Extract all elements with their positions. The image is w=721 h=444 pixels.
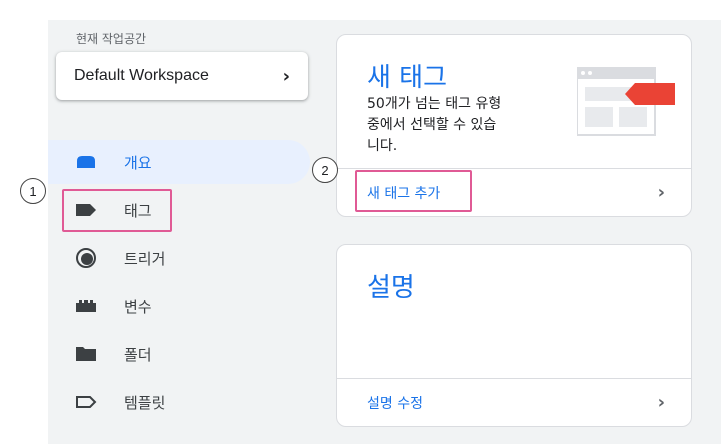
highlight-box-add-tag: [355, 170, 472, 212]
workspace-name: Default Workspace: [74, 67, 209, 84]
current-workspace-label: 현재 작업공간: [76, 32, 147, 46]
folder-icon: [74, 342, 98, 366]
sidebar-item-triggers[interactable]: 트리거: [48, 236, 310, 280]
highlight-box-tags: [62, 189, 172, 232]
template-icon: [74, 390, 98, 414]
chevron-right-icon: ›: [282, 65, 290, 87]
callout-badge-2: 2: [312, 157, 338, 183]
callout-badge-1: 1: [20, 178, 46, 204]
sidebar-item-label: 폴더: [124, 345, 152, 364]
sidebar-item-label: 개요: [124, 153, 152, 172]
sidebar-item-variables[interactable]: 변수: [48, 284, 310, 328]
sidebar-item-templates[interactable]: 템플릿: [48, 380, 310, 424]
chevron-right-icon: ›: [657, 392, 665, 413]
description-title: 설명: [367, 273, 415, 303]
overview-icon: [74, 150, 98, 174]
chevron-right-icon: ›: [657, 182, 665, 203]
trigger-icon: [74, 246, 98, 270]
sidebar-item-label: 트리거: [124, 249, 166, 268]
sidebar-item-label: 변수: [124, 297, 152, 316]
new-tag-title: 새 태그: [367, 63, 448, 93]
variable-icon: [74, 294, 98, 318]
new-tag-description: 50개가 넘는 태그 유형 중에서 선택할 수 있습 니다.: [367, 96, 502, 154]
sidebar-item-folders[interactable]: 폴더: [48, 332, 310, 376]
sidebar-item-label: 템플릿: [124, 393, 166, 412]
new-tag-illustration: [576, 66, 677, 141]
edit-description-link[interactable]: 설명 수정: [367, 393, 423, 413]
description-card: 설명 설명 수정 ›: [336, 244, 692, 427]
workspace-selector[interactable]: Default Workspace ›: [56, 52, 308, 100]
edit-description-row[interactable]: 설명 수정 ›: [337, 378, 691, 426]
sidebar-item-overview[interactable]: 개요: [48, 140, 310, 184]
